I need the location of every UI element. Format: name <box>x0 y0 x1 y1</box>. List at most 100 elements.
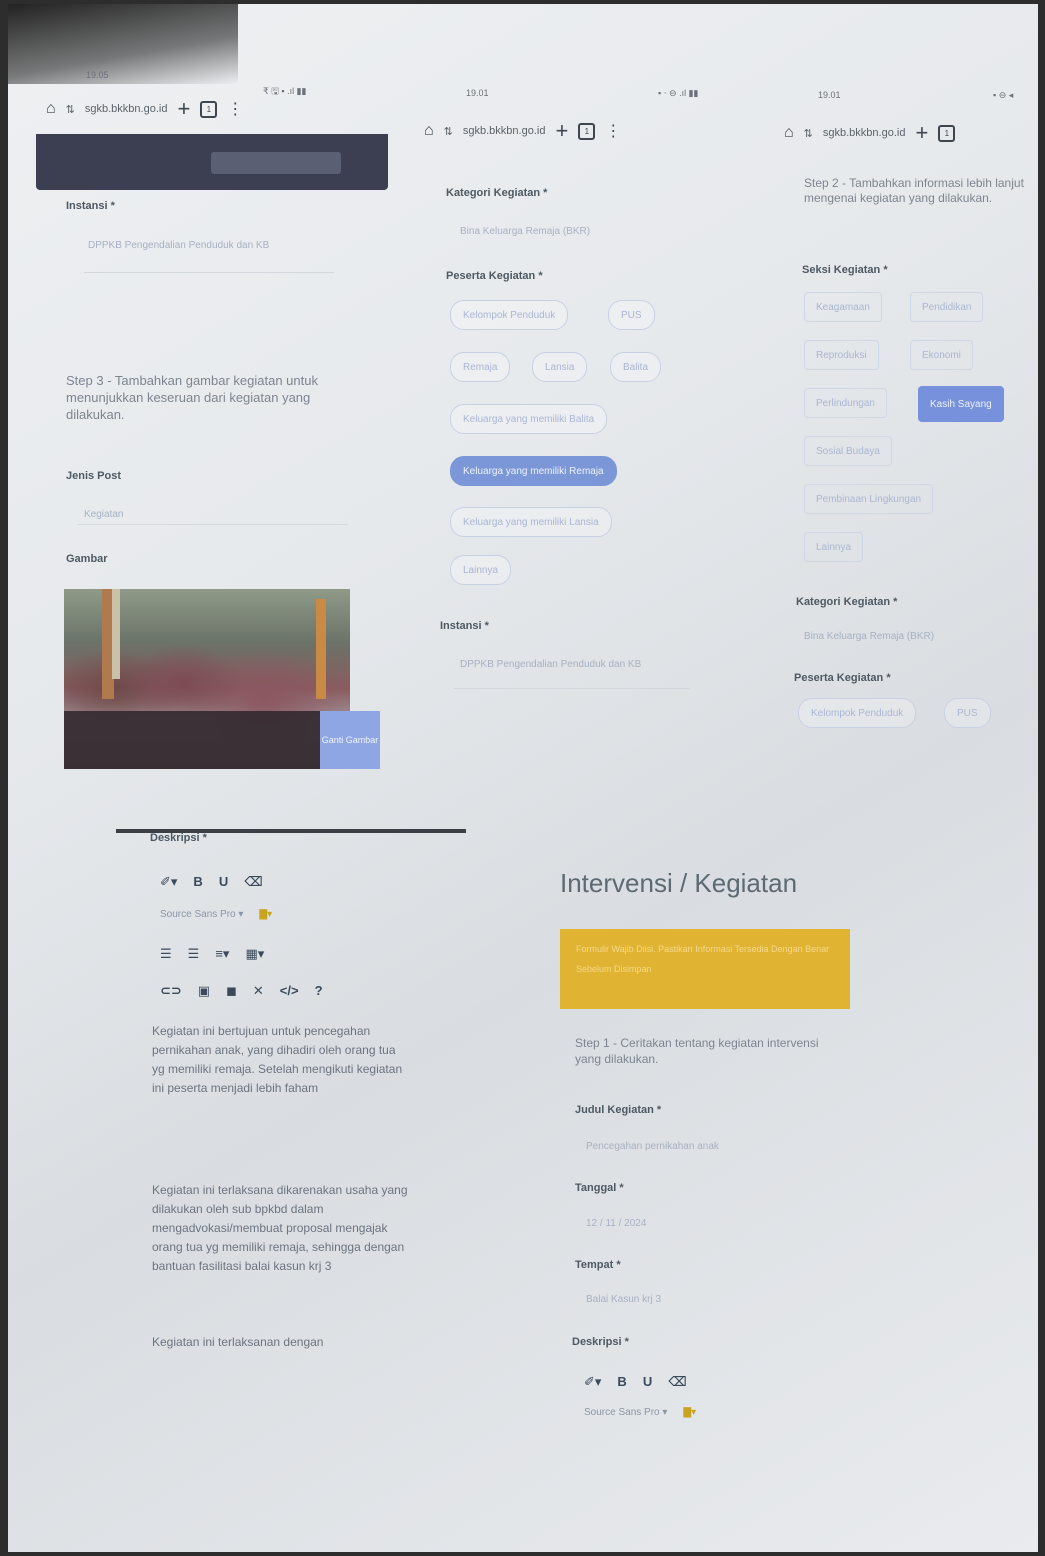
photographed-paper: 19.05 ₹ 🖫 ▪ .ıl ▮▮ ⌂ ⇅ sgkb.bkkbn.go.id … <box>8 4 1038 1552</box>
peserta-chip[interactable]: Keluarga yang memiliki Lansia <box>450 507 612 537</box>
tab-switcher-icon[interactable]: 1 <box>200 100 218 118</box>
step3-text: Step 3 - Tambahkan gambar kegiatan untuk… <box>66 373 318 422</box>
peserta-chip[interactable]: Balita <box>610 352 662 382</box>
peserta-chip[interactable]: Remaja <box>450 352 511 382</box>
peserta-chip[interactable]: Lansia <box>532 352 588 382</box>
peserta-chip[interactable]: PUS <box>608 300 655 330</box>
font-select[interactable]: Source Sans Pro ▾ <box>160 909 243 920</box>
tanggal-input[interactable]: 12 / 11 / 2024 <box>586 1218 646 1229</box>
underline-icon[interactable]: U <box>219 874 228 890</box>
deskripsi-label: Deskripsi * <box>572 1336 629 1348</box>
bold-icon[interactable]: B <box>617 1374 626 1390</box>
ordered-list-icon[interactable]: ☰ <box>188 946 200 962</box>
peserta-chip[interactable]: Keluarga yang memiliki Balita <box>450 404 608 434</box>
code-icon[interactable]: </> <box>280 983 299 999</box>
underline-icon[interactable]: U <box>643 1374 652 1390</box>
site-settings-icon[interactable]: ⇅ <box>804 127 813 140</box>
editor-toolbar-row1: ✐▾ B U ⌫ <box>584 1374 687 1390</box>
site-settings-icon[interactable]: ⇅ <box>444 125 453 138</box>
shadow-corner <box>8 4 238 84</box>
seksi-chip[interactable]: Keagamaan <box>804 292 882 322</box>
status-time: 19.05 <box>86 70 109 80</box>
image-icon[interactable]: ▣ <box>198 983 210 999</box>
eraser-icon[interactable]: ⌫ <box>244 874 262 890</box>
kategori-select[interactable]: Bina Keluarga Remaja (BKR) <box>460 226 590 237</box>
description-paragraph[interactable]: Kegiatan ini terlaksanan dengan <box>152 1333 410 1352</box>
sticky-header <box>36 134 388 190</box>
seksi-label: Seksi Kegiatan * <box>802 264 888 276</box>
seksi-chip[interactable]: Reproduksi <box>804 340 879 370</box>
status-time: 19.01 <box>466 88 489 98</box>
step1-text: Step 1 - Ceritakan tentang kegiatan inte… <box>575 1036 819 1066</box>
jenis-post-label: Jenis Post <box>66 470 122 482</box>
magic-icon[interactable]: ✐▾ <box>160 874 177 890</box>
eraser-icon[interactable]: ⌫ <box>668 1374 686 1390</box>
url-text[interactable]: sgkb.bkkbn.go.id <box>823 127 906 139</box>
highlight-icon[interactable]: ▇▾ <box>259 909 272 920</box>
peserta-chip-selected[interactable]: Keluarga yang memiliki Remaja <box>450 456 617 486</box>
menu-icon[interactable]: ⋮ <box>227 99 243 119</box>
help-icon[interactable]: ? <box>315 983 323 999</box>
menu-icon[interactable]: ⋮ <box>605 121 621 141</box>
seksi-chip[interactable]: Pendidikan <box>910 292 984 322</box>
tanggal-label: Tanggal * <box>575 1182 624 1194</box>
magic-icon[interactable]: ✐▾ <box>584 1374 601 1390</box>
bold-icon[interactable]: B <box>193 874 202 890</box>
url-text[interactable]: sgkb.bkkbn.go.id <box>463 125 546 137</box>
highlight-icon[interactable]: ▇▾ <box>683 1407 696 1418</box>
editor-toolbar-row3: ☰ ☰ ≡▾ ▦▾ <box>160 946 264 962</box>
instansi-select[interactable]: DPPKB Pengendalian Penduduk dan KB <box>88 239 318 253</box>
gambar-label: Gambar <box>66 553 108 565</box>
new-tab-icon[interactable]: + <box>915 120 928 146</box>
peserta-chip[interactable]: Lainnya <box>450 555 512 585</box>
deskripsi-label: Deskripsi * <box>150 832 207 844</box>
align-icon[interactable]: ≡▾ <box>215 946 229 962</box>
new-tab-icon[interactable]: + <box>555 118 568 144</box>
tempat-label: Tempat * <box>575 1259 621 1271</box>
warning-banner: Formulir Wajib Diisi. Pastikan Informasi… <box>560 929 850 1009</box>
description-paragraph[interactable]: Kegiatan ini terlaksana dikarenakan usah… <box>152 1181 410 1276</box>
tempat-input[interactable]: Balai Kasun krj 3 <box>586 1294 661 1305</box>
peserta-chip[interactable]: Kelompok Penduduk <box>798 698 917 728</box>
browser-address-bar[interactable]: ⌂ ⇅ sgkb.bkkbn.go.id + 1 ⋮ <box>46 96 243 122</box>
kategori-select[interactable]: Bina Keluarga Remaja (BKR) <box>804 631 934 642</box>
event-photo: Ganti Gambar <box>64 589 380 769</box>
font-select[interactable]: Source Sans Pro ▾ <box>584 1407 667 1418</box>
peserta-label: Peserta Kegiatan * <box>794 672 891 684</box>
step2-text: Step 2 - Tambahkan informasi lebih lanju… <box>804 176 1024 205</box>
browser-address-bar[interactable]: ⌂ ⇅ sgkb.bkkbn.go.id + 1 <box>784 120 956 146</box>
editor-toolbar-row2: Source Sans Pro ▾ ▇▾ <box>160 909 272 920</box>
peserta-chip[interactable]: Kelompok Penduduk <box>450 300 569 330</box>
url-text[interactable]: sgkb.bkkbn.go.id <box>85 103 168 115</box>
judul-input[interactable]: Pencegahan pernikahan anak <box>586 1141 719 1152</box>
home-icon[interactable]: ⌂ <box>46 100 56 118</box>
unordered-list-icon[interactable]: ☰ <box>160 946 172 962</box>
seksi-chip[interactable]: Sosial Budaya <box>804 436 892 466</box>
seksi-chip[interactable]: Perlindungan <box>804 388 887 418</box>
browser-address-bar[interactable]: ⌂ ⇅ sgkb.bkkbn.go.id + 1 ⋮ <box>424 118 621 144</box>
editor-toolbar-row4: ⊂⊃ ▣ ◼ ✕ </> ? <box>160 983 323 999</box>
peserta-chip[interactable]: PUS <box>944 698 991 728</box>
instansi-label: Instansi * <box>440 620 489 632</box>
change-image-button[interactable]: Ganti Gambar <box>320 711 380 769</box>
status-time: 19.01 <box>818 90 841 100</box>
home-icon[interactable]: ⌂ <box>784 124 794 142</box>
video-icon[interactable]: ◼ <box>226 983 237 999</box>
home-icon[interactable]: ⌂ <box>424 122 434 140</box>
page-title: Intervensi / Kegiatan <box>560 868 798 898</box>
seksi-chip[interactable]: Ekonomi <box>910 340 973 370</box>
tab-switcher-icon[interactable]: 1 <box>938 124 956 142</box>
jenis-post-select[interactable]: Kegiatan <box>84 509 123 520</box>
seksi-chip-selected[interactable]: Kasih Sayang <box>918 386 1004 422</box>
fullscreen-icon[interactable]: ✕ <box>253 983 264 999</box>
seksi-chip[interactable]: Pembinaan Lingkungan <box>804 484 934 514</box>
table-icon[interactable]: ▦▾ <box>245 946 264 962</box>
site-settings-icon[interactable]: ⇅ <box>66 103 75 116</box>
description-paragraph[interactable]: Kegiatan ini bertujuan untuk pencegahan … <box>152 1022 410 1098</box>
editor-toolbar-row1: ✐▾ B U ⌫ <box>160 874 263 890</box>
instansi-select[interactable]: DPPKB Pengendalian Penduduk dan KB <box>460 658 670 671</box>
link-icon[interactable]: ⊂⊃ <box>160 983 182 999</box>
new-tab-icon[interactable]: + <box>177 96 190 122</box>
seksi-chip[interactable]: Lainnya <box>804 532 864 562</box>
tab-switcher-icon[interactable]: 1 <box>578 122 596 140</box>
